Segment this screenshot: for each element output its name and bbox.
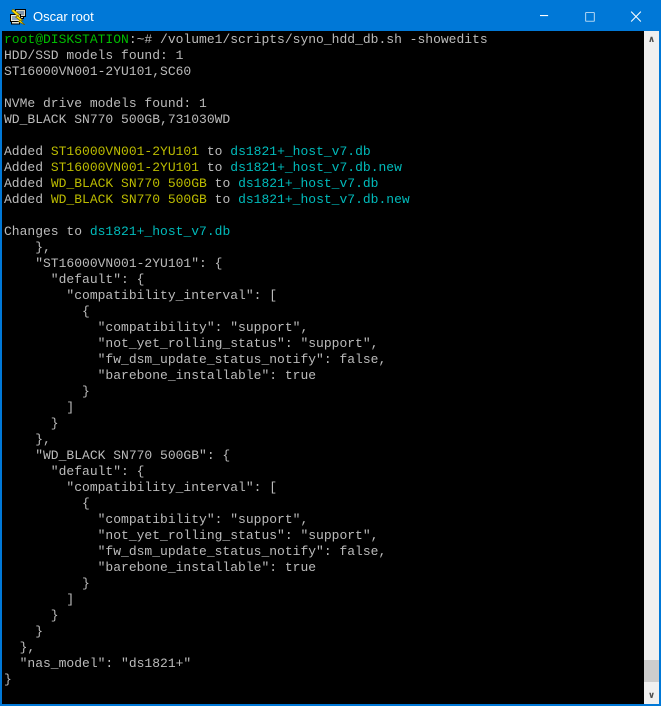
close-icon: ×	[628, 4, 645, 28]
scrollbar-thumb[interactable]	[644, 660, 659, 682]
terminal-line: "WD_BLACK SN770 500GB": {	[4, 448, 644, 464]
terminal-line	[4, 80, 644, 96]
terminal-line: }	[4, 576, 644, 592]
scroll-down-button[interactable]: ∨	[644, 687, 659, 704]
terminal-line: }	[4, 608, 644, 624]
minimize-icon: ─	[540, 9, 548, 24]
putty-icon[interactable]	[10, 9, 26, 25]
terminal-line: ]	[4, 592, 644, 608]
terminal-line: "not_yet_rolling_status": "support",	[4, 528, 644, 544]
putty-window: Oscar root ─ □ × root@DISKSTATION:~# /vo…	[0, 0, 661, 706]
terminal-line: }	[4, 416, 644, 432]
terminal-line: }	[4, 384, 644, 400]
terminal-line	[4, 208, 644, 224]
terminal-line: "default": {	[4, 464, 644, 480]
terminal-line: Changes to ds1821+_host_v7.db	[4, 224, 644, 240]
scroll-up-button[interactable]: ∧	[644, 31, 659, 48]
terminal-line: "compatibility": "support",	[4, 512, 644, 528]
chevron-down-icon: ∨	[648, 691, 655, 701]
terminal-line: Added WD_BLACK SN770 500GB to ds1821+_ho…	[4, 176, 644, 192]
terminal-line: },	[4, 640, 644, 656]
terminal-line: }	[4, 624, 644, 640]
terminal-line: "ST16000VN001-2YU101": {	[4, 256, 644, 272]
terminal-line: }	[4, 672, 644, 688]
terminal-line: {	[4, 304, 644, 320]
terminal-line: NVMe drive models found: 1	[4, 96, 644, 112]
chevron-up-icon: ∧	[648, 35, 655, 45]
maximize-button[interactable]: □	[567, 2, 613, 31]
scrollbar[interactable]: ∧ ∨	[644, 31, 659, 704]
terminal-line: "fw_dsm_update_status_notify": false,	[4, 352, 644, 368]
terminal-line: Added ST16000VN001-2YU101 to ds1821+_hos…	[4, 144, 644, 160]
terminal-line: "default": {	[4, 272, 644, 288]
close-button[interactable]: ×	[613, 2, 659, 31]
terminal-output[interactable]: root@DISKSTATION:~# /volume1/scripts/syn…	[2, 31, 644, 704]
terminal-line: },	[4, 240, 644, 256]
terminal-line: "compatibility_interval": [	[4, 288, 644, 304]
terminal-line: HDD/SSD models found: 1	[4, 48, 644, 64]
window-body: root@DISKSTATION:~# /volume1/scripts/syn…	[2, 31, 659, 704]
putty-icon-svg	[10, 9, 26, 25]
terminal-line: "barebone_installable": true	[4, 560, 644, 576]
terminal-line: ST16000VN001-2YU101,SC60	[4, 64, 644, 80]
titlebar[interactable]: Oscar root ─ □ ×	[2, 2, 659, 31]
terminal-line: "not_yet_rolling_status": "support",	[4, 336, 644, 352]
terminal-line: },	[4, 432, 644, 448]
window-title: Oscar root	[33, 2, 521, 31]
terminal-line: Added ST16000VN001-2YU101 to ds1821+_hos…	[4, 160, 644, 176]
terminal-line: "nas_model": "ds1821+"	[4, 656, 644, 672]
terminal-line: ]	[4, 400, 644, 416]
terminal-line: "barebone_installable": true	[4, 368, 644, 384]
terminal-line: "fw_dsm_update_status_notify": false,	[4, 544, 644, 560]
terminal-line: root@DISKSTATION:~# /volume1/scripts/syn…	[4, 32, 644, 48]
minimize-button[interactable]: ─	[521, 2, 567, 31]
terminal-line: "compatibility_interval": [	[4, 480, 644, 496]
terminal-line: {	[4, 496, 644, 512]
terminal-line: "compatibility": "support",	[4, 320, 644, 336]
terminal-line: Added WD_BLACK SN770 500GB to ds1821+_ho…	[4, 192, 644, 208]
window-controls: ─ □ ×	[521, 2, 659, 31]
terminal-line	[4, 128, 644, 144]
maximize-icon: □	[584, 9, 595, 23]
terminal-line: WD_BLACK SN770 500GB,731030WD	[4, 112, 644, 128]
